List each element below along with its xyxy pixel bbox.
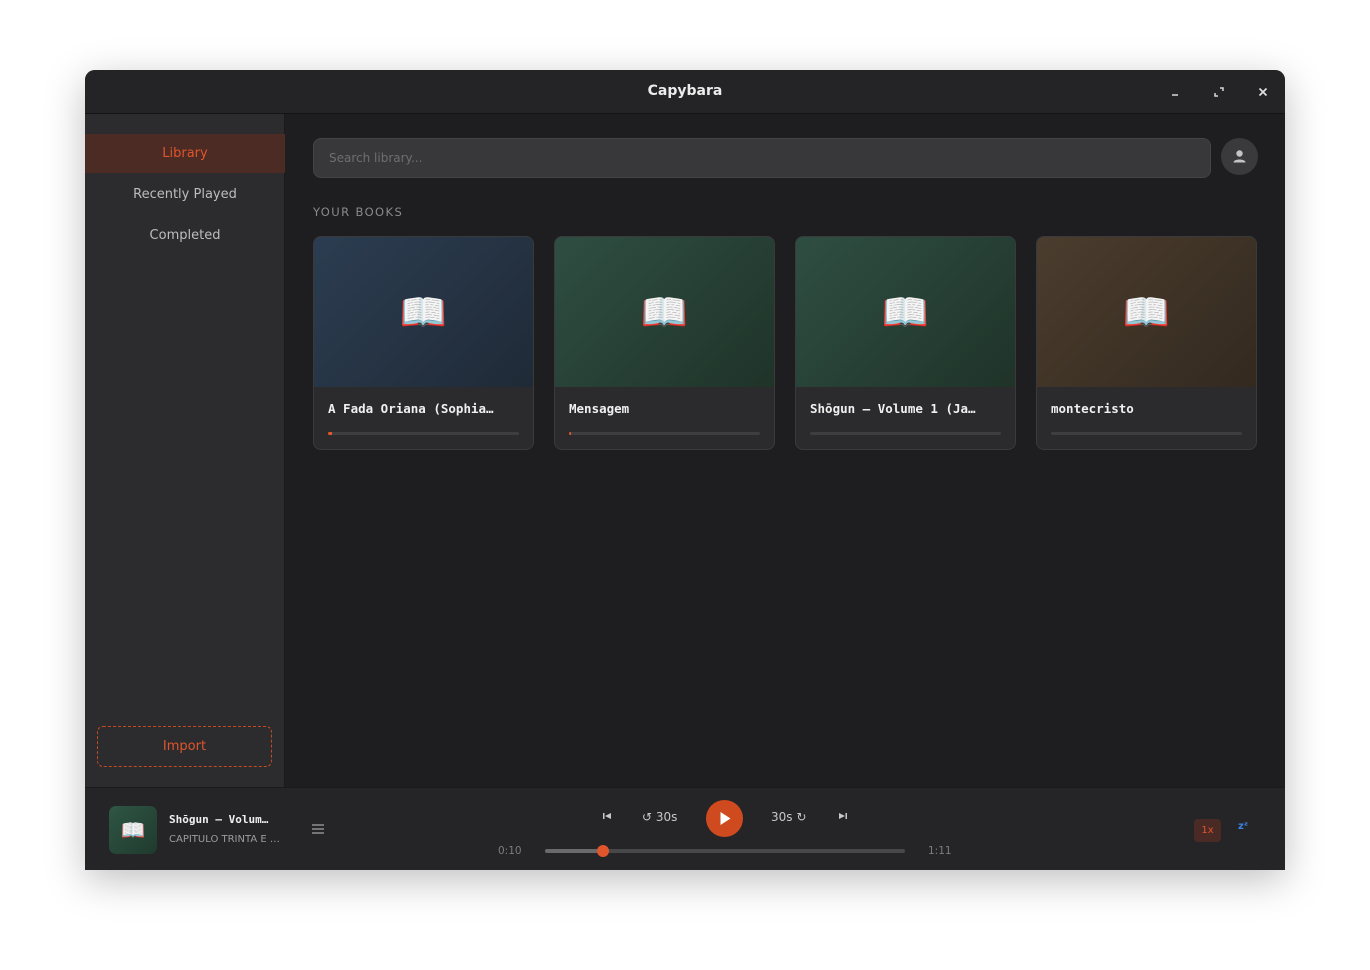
open-book-icon: 📖 — [399, 290, 448, 334]
seek-fill — [545, 849, 603, 853]
import-button[interactable]: Import — [97, 726, 272, 767]
book-cover: 📖 — [796, 237, 1015, 387]
open-book-icon: 📖 — [1122, 290, 1171, 334]
rewind-icon: ↺ — [642, 810, 653, 824]
search-input[interactable] — [313, 138, 1211, 178]
book-title: Shōgun — Volume 1 (Ja… — [810, 401, 976, 416]
app-window: Capybara Library Recently Played Complet… — [85, 70, 1285, 870]
book-card[interactable]: 📖 A Fada Oriana (Sophia… — [313, 236, 534, 450]
book-cover: 📖 — [1037, 237, 1256, 387]
book-progress-bar — [1051, 432, 1242, 435]
book-progress-fill — [328, 432, 332, 435]
open-book-icon: 📖 — [120, 818, 146, 842]
window-title: Capybara — [647, 83, 723, 99]
user-icon — [1233, 150, 1246, 163]
book-progress-bar — [328, 432, 519, 435]
close-icon[interactable] — [1253, 82, 1273, 102]
sidebar-item-completed[interactable]: Completed — [85, 216, 285, 255]
seek-handle[interactable] — [596, 845, 609, 857]
minimize-icon[interactable] — [1165, 82, 1185, 102]
skip-forward-label: 30s — [771, 810, 793, 824]
now-playing-cover[interactable]: 📖 — [109, 806, 157, 854]
book-title: Mensagem — [569, 401, 630, 416]
play-icon — [720, 812, 731, 825]
book-cover: 📖 — [555, 237, 774, 387]
book-card[interactable]: 📖 Mensagem — [554, 236, 775, 450]
section-title: YOUR BOOKS — [313, 205, 404, 219]
sidebar-item-library[interactable]: Library — [85, 134, 285, 173]
now-playing-chapter: CAPÍTULO TRINTA E … — [169, 834, 280, 845]
title-bar: Capybara — [85, 70, 1285, 114]
total-time: 1:11 — [928, 845, 952, 857]
book-title: montecristo — [1051, 401, 1134, 416]
sidebar-item-recently-played[interactable]: Recently Played — [85, 175, 285, 214]
open-book-icon: 📖 — [640, 290, 689, 334]
elapsed-time: 0:10 — [498, 845, 522, 857]
chapter-list-icon[interactable] — [310, 821, 326, 837]
playback-speed-button[interactable]: 1x — [1194, 819, 1221, 842]
book-card[interactable]: 📖 Shōgun — Volume 1 (Ja… — [795, 236, 1016, 450]
book-card[interactable]: 📖 montecristo — [1036, 236, 1257, 450]
seek-bar[interactable] — [545, 845, 905, 857]
open-book-icon: 📖 — [881, 290, 930, 334]
book-cover: 📖 — [314, 237, 533, 387]
player-bar: 📖 Shōgun — Volum… CAPÍTULO TRINTA E … ↺ … — [85, 787, 1285, 870]
skip-back-label: 30s — [655, 810, 678, 824]
avatar[interactable] — [1221, 138, 1258, 175]
sleep-timer-icon[interactable]: zᶻ — [1238, 821, 1256, 839]
play-button[interactable] — [706, 800, 743, 837]
book-progress-bar — [810, 432, 1001, 435]
book-progress-fill — [569, 432, 571, 435]
now-playing-title: Shōgun — Volum… — [169, 813, 269, 826]
main-content: YOUR BOOKS 📖 A Fada Oriana (Sophia… 📖 Me… — [286, 114, 1285, 787]
skip-back-button[interactable]: ↺ 30s — [642, 810, 677, 824]
skip-forward-button[interactable]: 30s ↻ — [771, 810, 806, 824]
book-title: A Fada Oriana (Sophia… — [328, 401, 494, 416]
book-progress-bar — [569, 432, 760, 435]
maximize-icon[interactable] — [1209, 82, 1229, 102]
previous-chapter-icon[interactable] — [602, 810, 612, 824]
forward-icon: ↻ — [796, 810, 807, 824]
next-chapter-icon[interactable] — [838, 810, 848, 824]
sidebar: Library Recently Played Completed Import — [85, 114, 285, 787]
